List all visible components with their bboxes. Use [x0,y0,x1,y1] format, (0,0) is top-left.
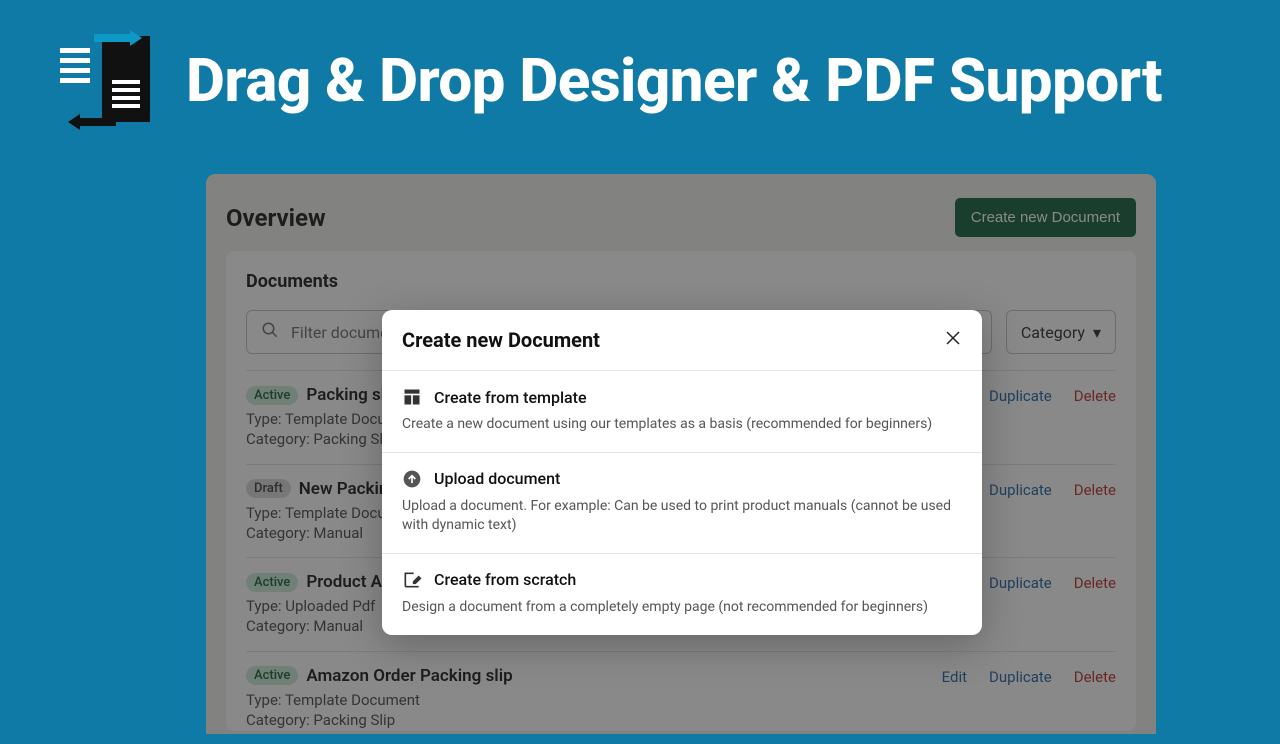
upload-icon [402,469,422,489]
template-icon [402,387,422,407]
option-create-from-template[interactable]: Create from template Create a new docume… [382,371,982,453]
option-description: Upload a document. For example: Can be u… [402,497,962,535]
close-icon[interactable] [944,329,962,352]
option-upload-document[interactable]: Upload document Upload a document. For e… [382,453,982,554]
hero-bar: Drag & Drop Designer & PDF Support [0,0,1280,150]
edit-icon [402,570,422,590]
option-create-from-scratch[interactable]: Create from scratch Design a document fr… [382,554,982,635]
hero-title: Drag & Drop Designer & PDF Support [186,45,1162,116]
modal-title: Create new Document [402,328,600,352]
option-title: Create from scratch [434,570,576,589]
modal-header: Create new Document [382,310,982,371]
create-document-modal: Create new Document Create from template… [382,310,982,635]
option-title: Upload document [434,469,560,488]
option-description: Create a new document using our template… [402,415,962,434]
option-title: Create from template [434,388,587,407]
option-description: Design a document from a completely empt… [402,598,962,617]
app-logo-icon [60,30,152,130]
